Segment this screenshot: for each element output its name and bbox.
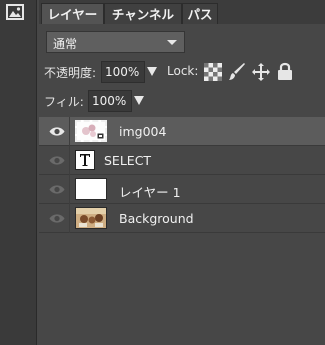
row-divider: [69, 175, 70, 204]
tab-channels[interactable]: チャンネル: [104, 3, 182, 24]
layer-row[interactable]: Background: [39, 204, 325, 233]
move-lock-icon[interactable]: [251, 62, 271, 85]
layer-thumbnail: [75, 178, 107, 200]
layer-name: img004: [119, 124, 167, 139]
layer-name: レイヤー 1: [119, 185, 181, 200]
padlock-icon[interactable]: [277, 61, 293, 84]
tab-layers[interactable]: レイヤー: [41, 3, 104, 24]
opacity-input[interactable]: 100%: [101, 61, 145, 83]
lock-label: Lock:: [167, 64, 199, 78]
eye-icon[interactable]: [49, 155, 65, 166]
fill-label: フィル:: [44, 95, 84, 109]
layer-name: SELECT: [104, 153, 152, 168]
layer-name: Background: [119, 211, 194, 226]
fill-dropdown-icon[interactable]: [134, 96, 144, 105]
eye-icon[interactable]: [49, 213, 65, 224]
image-icon[interactable]: [6, 3, 24, 21]
row-divider: [69, 146, 70, 175]
layer-row[interactable]: SELECT: [39, 146, 325, 175]
row-divider: [69, 117, 70, 146]
opacity-dropdown-icon[interactable]: [147, 67, 157, 76]
smart-object-thumbnail: [75, 120, 107, 142]
text-layer-icon: [75, 150, 95, 170]
chevron-down-icon: [167, 40, 177, 45]
tab-paths[interactable]: パス: [182, 3, 218, 24]
layer-row[interactable]: レイヤー 1: [39, 175, 325, 204]
panel-tabs: レイヤー チャンネル パス: [39, 0, 325, 24]
layer-row[interactable]: img004: [39, 117, 325, 146]
row-divider: [69, 204, 70, 233]
layers-panel: レイヤー チャンネル パス 通常 不透明度: 100% Lock: フィル: 1…: [39, 0, 325, 345]
transparency-lock-icon[interactable]: [204, 63, 222, 84]
eye-icon[interactable]: [49, 126, 65, 137]
brush-lock-icon[interactable]: [228, 62, 246, 85]
background-thumbnail: [75, 207, 107, 229]
eye-icon[interactable]: [49, 184, 65, 195]
blend-mode-value: 通常: [53, 37, 78, 51]
left-toolbar: [0, 0, 37, 345]
fill-input[interactable]: 100%: [88, 90, 132, 112]
opacity-label: 不透明度:: [44, 66, 97, 80]
blend-mode-select[interactable]: 通常: [46, 31, 185, 53]
